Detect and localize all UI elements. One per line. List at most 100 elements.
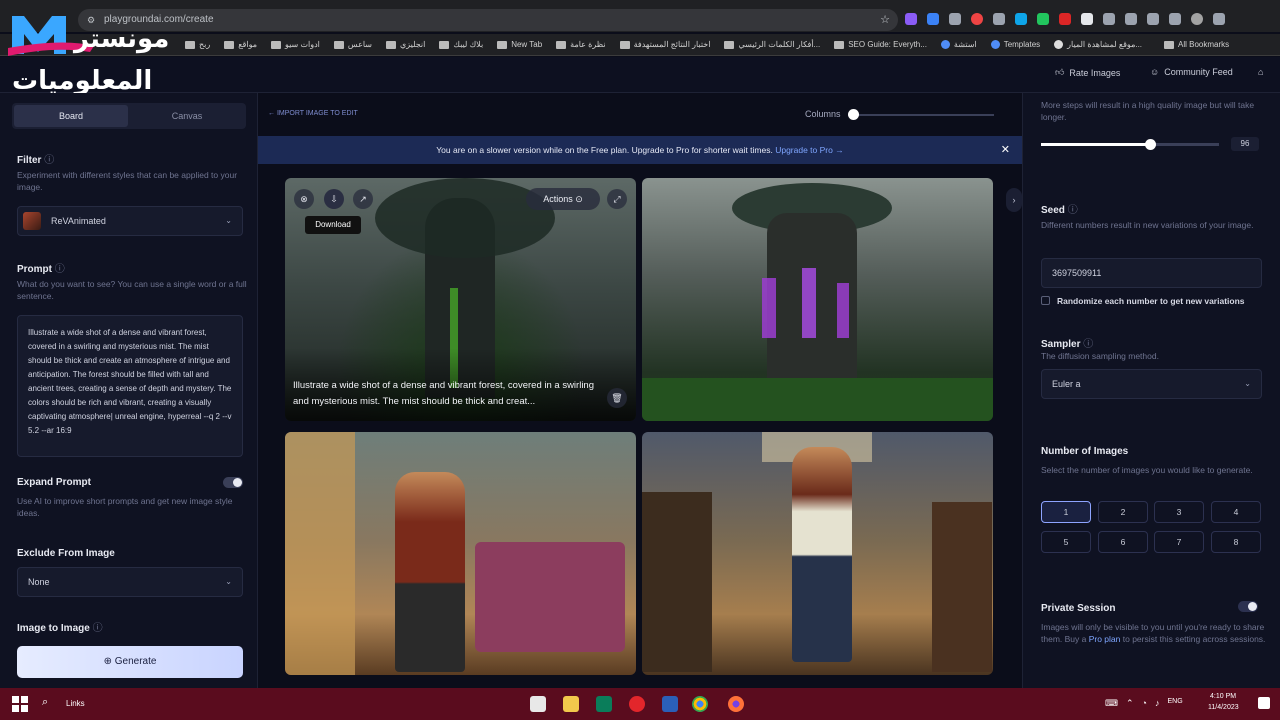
taskbar-app-icon[interactable] bbox=[596, 696, 612, 712]
extension-icon[interactable] bbox=[1081, 13, 1093, 25]
private-session-label: Private Session bbox=[1041, 603, 1116, 614]
bookmark-star-icon[interactable]: ☆ bbox=[880, 9, 890, 31]
word-icon[interactable] bbox=[662, 696, 678, 712]
extensions-puzzle-icon[interactable] bbox=[1103, 13, 1115, 25]
close-icon[interactable]: ⊗ bbox=[294, 189, 314, 209]
bookmark-item[interactable]: مواقع bbox=[224, 40, 257, 49]
browser-toolbar: ⚙ playgroundai.com/create ☆ bbox=[0, 6, 1280, 32]
firefox-icon[interactable] bbox=[728, 696, 744, 712]
bookmark-item[interactable]: New Tab bbox=[497, 40, 542, 49]
generate-button[interactable]: ⊕ Generate bbox=[17, 646, 243, 678]
sampler-select[interactable]: Euler a ⌄ bbox=[1041, 369, 1262, 399]
seed-label: Seed ⓘ bbox=[1041, 205, 1078, 216]
expand-prompt-desc: Use AI to improve short prompts and get … bbox=[17, 496, 233, 518]
clock-time[interactable]: 4:10 PM bbox=[1210, 693, 1236, 700]
gallery-next-arrow[interactable]: › bbox=[1006, 188, 1022, 212]
taskbar-search-text[interactable]: Links bbox=[66, 699, 85, 708]
profile-icon[interactable] bbox=[1191, 13, 1203, 25]
seed-input[interactable]: 3697509911 bbox=[1041, 258, 1262, 288]
image-content bbox=[475, 542, 625, 652]
extension-icon[interactable] bbox=[949, 13, 961, 25]
address-bar[interactable]: ⚙ playgroundai.com/create ☆ bbox=[78, 9, 898, 31]
generated-image-4[interactable] bbox=[642, 432, 993, 675]
generated-image-3[interactable] bbox=[285, 432, 636, 675]
clock-date[interactable]: 11/4/2023 bbox=[1208, 704, 1239, 711]
randomize-checkbox[interactable] bbox=[1041, 296, 1050, 305]
bookmark-item[interactable]: استشة bbox=[940, 40, 977, 49]
generated-image-2[interactable] bbox=[642, 178, 993, 421]
bookmark-item[interactable]: اختبار النتائج المستهدفة bbox=[619, 40, 710, 49]
num-images-option-5[interactable]: 5 bbox=[1041, 531, 1091, 553]
steps-value[interactable]: 96 bbox=[1231, 137, 1259, 151]
keyboard-icon[interactable]: ⌨ bbox=[1105, 698, 1118, 709]
bookmark-item[interactable]: ربح bbox=[185, 40, 210, 49]
trash-icon[interactable]: 🗑︎ bbox=[607, 388, 627, 408]
volume-icon[interactable]: ♪ bbox=[1155, 698, 1160, 709]
filter-select[interactable]: ReVAnimated ⌄ bbox=[17, 206, 243, 236]
download-icon[interactable]: ⇩ bbox=[324, 189, 344, 209]
notification-icon[interactable] bbox=[1258, 697, 1270, 709]
extension-icon[interactable] bbox=[927, 13, 939, 25]
extension-icon[interactable] bbox=[1015, 13, 1027, 25]
file-explorer-icon[interactable] bbox=[563, 696, 579, 712]
extension-icon[interactable] bbox=[971, 13, 983, 25]
bookmark-item[interactable]: SEO Guide: Everyth... bbox=[834, 40, 927, 49]
menu-icon[interactable] bbox=[1125, 13, 1137, 25]
chrome-icon[interactable] bbox=[692, 696, 708, 712]
bookmark-item[interactable]: موقع لمشاهدة الميار... bbox=[1054, 40, 1142, 49]
tab-board[interactable]: Board bbox=[14, 105, 128, 127]
num-images-option-3[interactable]: 3 bbox=[1154, 501, 1204, 523]
extension-icon[interactable] bbox=[1059, 13, 1071, 25]
bookmark-item[interactable]: ادوات سيو bbox=[271, 40, 320, 49]
bookmark-item[interactable]: ساعس bbox=[333, 40, 372, 49]
num-images-option-4[interactable]: 4 bbox=[1211, 501, 1261, 523]
more-icon[interactable] bbox=[1213, 13, 1225, 25]
taskbar-app-icon[interactable] bbox=[530, 696, 546, 712]
num-images-option-6[interactable]: 6 bbox=[1098, 531, 1148, 553]
pro-plan-link[interactable]: Pro plan bbox=[1089, 634, 1121, 644]
seed-desc: Different numbers result in new variatio… bbox=[1041, 220, 1254, 230]
bookmark-item[interactable]: أفكار الكلمات الرئيسي... bbox=[724, 40, 820, 49]
extension-icon[interactable] bbox=[1037, 13, 1049, 25]
extension-icon[interactable] bbox=[905, 13, 917, 25]
search-icon[interactable]: ⌕ bbox=[42, 696, 58, 712]
download-icon[interactable] bbox=[1147, 13, 1159, 25]
slider-thumb[interactable] bbox=[1145, 139, 1156, 150]
info-icon: ⓘ bbox=[54, 264, 65, 275]
tab-icon[interactable] bbox=[1169, 13, 1181, 25]
slider-thumb[interactable] bbox=[848, 109, 859, 120]
generated-image-1[interactable]: ⊗ ⇩ ↗ Download Actions ⊙ ⤢ Illustrate a … bbox=[285, 178, 636, 421]
bell-icon[interactable]: ⌂ bbox=[1258, 67, 1263, 77]
import-image-link[interactable]: ← IMPORT IMAGE TO EDIT bbox=[268, 110, 358, 117]
private-session-toggle[interactable] bbox=[1238, 601, 1258, 612]
close-icon[interactable]: ✕ bbox=[1001, 136, 1010, 164]
bookmark-item[interactable]: بلاك ليبك bbox=[439, 40, 483, 49]
tab-canvas[interactable]: Canvas bbox=[130, 105, 244, 127]
expand-prompt-toggle[interactable] bbox=[223, 477, 243, 488]
actions-button[interactable]: Actions ⊙ bbox=[526, 188, 600, 210]
wifi-icon[interactable]: ◔ bbox=[1142, 698, 1147, 709]
share-icon[interactable]: ↗ bbox=[353, 189, 373, 209]
windows-start-icon[interactable] bbox=[12, 696, 28, 712]
extension-icon[interactable] bbox=[993, 13, 1005, 25]
language-indicator[interactable]: ENG bbox=[1167, 698, 1182, 709]
steps-slider[interactable] bbox=[1041, 139, 1219, 150]
num-images-option-8[interactable]: 8 bbox=[1211, 531, 1261, 553]
num-images-option-7[interactable]: 7 bbox=[1154, 531, 1204, 553]
rate-images-button[interactable]: 👍︎ Rate Images bbox=[1055, 67, 1120, 78]
upgrade-link[interactable]: Upgrade to Pro → bbox=[775, 145, 844, 155]
columns-slider[interactable] bbox=[848, 109, 994, 120]
chevron-up-icon[interactable]: ⌃ bbox=[1126, 698, 1134, 709]
bookmark-item[interactable]: انجليزي bbox=[386, 40, 425, 49]
exclude-select[interactable]: None ⌄ bbox=[17, 567, 243, 597]
opera-icon[interactable] bbox=[629, 696, 645, 712]
bookmark-item[interactable]: Templates bbox=[990, 40, 1040, 49]
expand-icon[interactable]: ⤢ bbox=[607, 189, 627, 209]
image-to-image-label: Image to Image ⓘ bbox=[17, 623, 103, 634]
prompt-textarea[interactable]: Illustrate a wide shot of a dense and vi… bbox=[17, 315, 243, 457]
community-feed-button[interactable]: ☺ Community Feed bbox=[1150, 67, 1233, 77]
all-bookmarks[interactable]: All Bookmarks bbox=[1164, 40, 1229, 49]
num-images-option-1[interactable]: 1 bbox=[1041, 501, 1091, 523]
num-images-option-2[interactable]: 2 bbox=[1098, 501, 1148, 523]
bookmark-item[interactable]: نظرة عامة bbox=[556, 40, 606, 49]
